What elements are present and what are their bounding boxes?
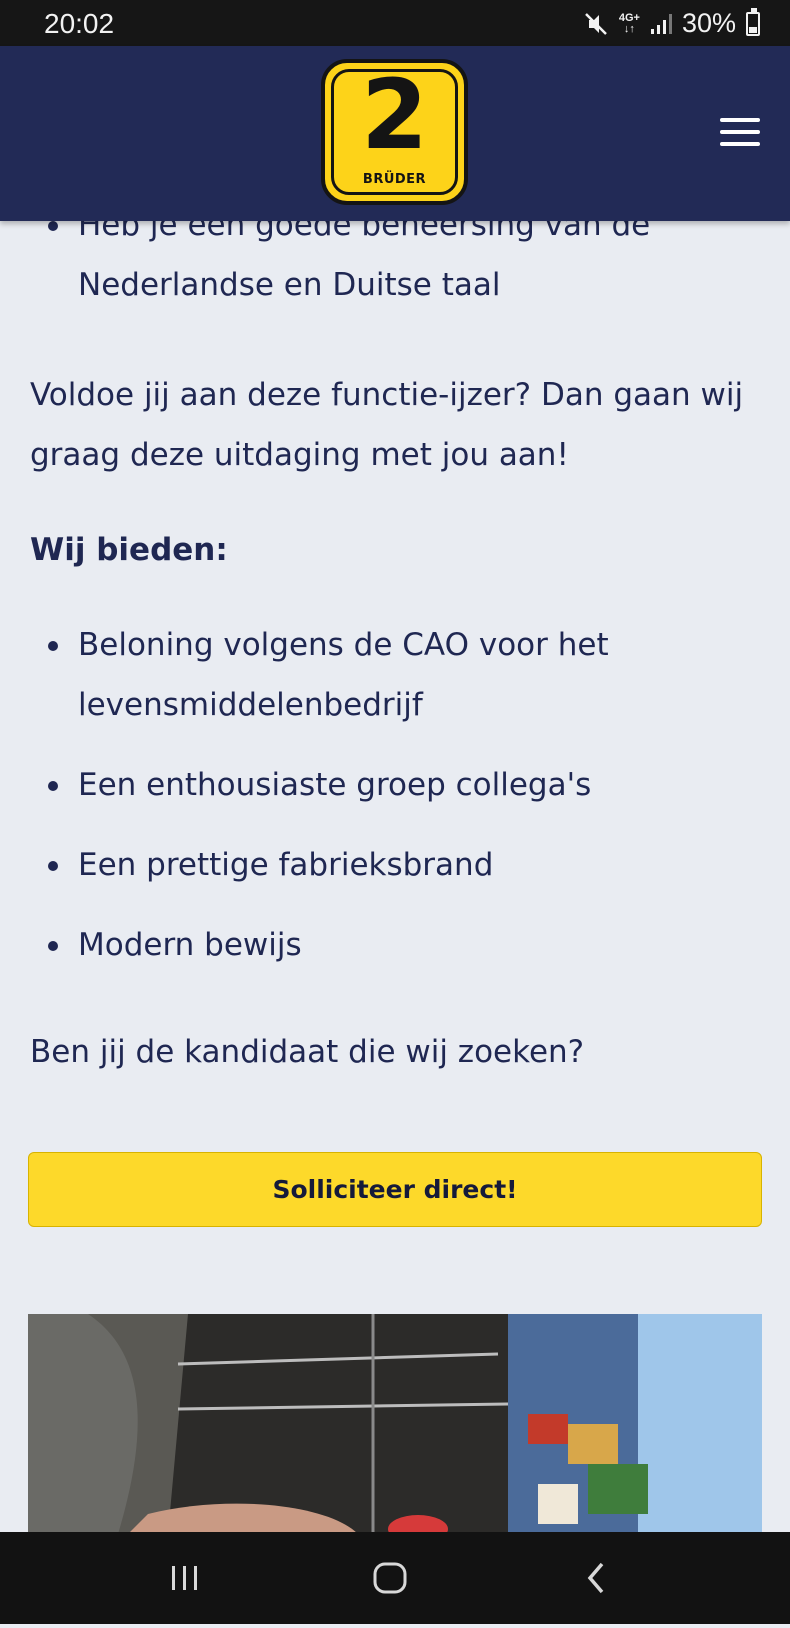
- apply-button[interactable]: Solliciteer direct!: [28, 1152, 762, 1227]
- status-bar: 20:02 4G+ ↓↑ 30%: [0, 0, 790, 46]
- offer-heading: Wij bieden:: [30, 532, 228, 568]
- photo-illustration: [28, 1314, 762, 1534]
- network-label: 4G+: [618, 11, 640, 24]
- brand-logo[interactable]: 2 BRÜDER: [321, 59, 468, 205]
- list-item: Beloning volgens de CAO voor het levensm…: [0, 615, 790, 735]
- employee-photo: [28, 1314, 762, 1534]
- question-text: Voldoe jij aan deze functie-ijzer? Dan g…: [30, 377, 744, 473]
- battery-percent: 30%: [681, 8, 736, 38]
- network-4g-icon: 4G+ ↓↑: [618, 11, 640, 35]
- status-icons: 4G+ ↓↑ 30%: [583, 7, 760, 39]
- recent-apps-icon: [172, 1566, 197, 1590]
- home-icon: [373, 1562, 407, 1594]
- logo-number: 2: [361, 59, 428, 171]
- recent-apps-button[interactable]: [140, 1532, 230, 1624]
- hamburger-menu-icon[interactable]: [720, 118, 760, 146]
- closing-question: Ben jij de kandidaat die wij zoeken?: [30, 1034, 585, 1070]
- back-icon: [587, 1562, 604, 1594]
- mute-icon: [584, 12, 607, 35]
- signal-icon: [650, 13, 672, 34]
- list-item: Een prettige fabrieksbrand: [0, 835, 790, 895]
- offer-list: Beloning volgens de CAO voor het levensm…: [0, 615, 790, 975]
- list-item: Modern bewijs: [0, 915, 790, 975]
- system-nav-bar: [0, 1532, 790, 1624]
- site-header: 2 BRÜDER: [0, 46, 790, 221]
- battery-icon: [746, 7, 760, 36]
- back-button[interactable]: [552, 1532, 642, 1624]
- status-time: 20:02: [44, 8, 115, 39]
- logo-word: BRÜDER: [362, 172, 427, 187]
- list-item: Een enthousiaste groep collega's: [0, 755, 790, 815]
- home-button[interactable]: [345, 1532, 435, 1624]
